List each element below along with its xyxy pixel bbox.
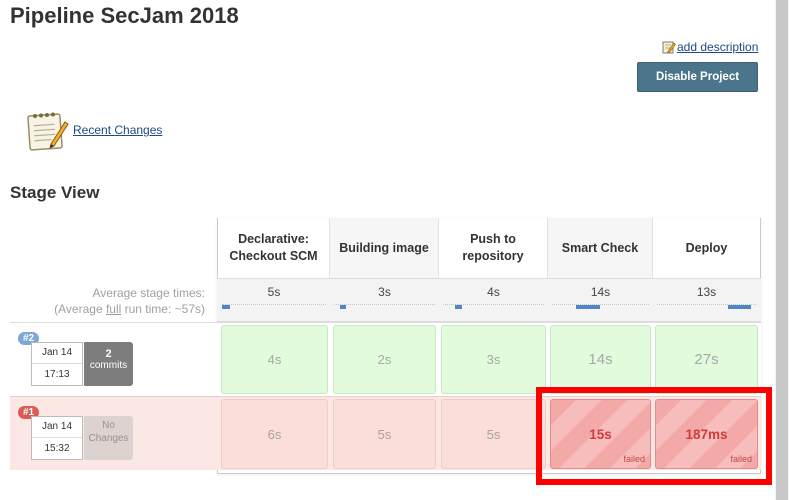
stage-cell-run2-checkout[interactable]: 4s — [221, 325, 328, 394]
stage-cell-run1-smart-check[interactable]: 15s failed — [550, 399, 651, 469]
avg-prefix: (Average — [54, 302, 106, 317]
stage-header-smart-check: Smart Check — [548, 218, 653, 278]
avg-bar-fill — [576, 305, 600, 309]
avg-cell-checkout: 5s — [218, 280, 330, 320]
avg-bar-fill — [222, 305, 230, 309]
edit-icon — [662, 41, 676, 54]
stage-cell-run2-deploy[interactable]: 27s — [655, 325, 758, 394]
commits-box[interactable]: 2 commits — [84, 342, 133, 386]
average-times-label: Average stage times: (Average full run t… — [30, 285, 205, 317]
stage-cell-duration: 187ms — [685, 426, 728, 442]
add-description-link-wrap[interactable]: add description — [662, 40, 758, 54]
avg-time: 3s — [378, 285, 391, 299]
avg-cell-push: 4s — [439, 280, 548, 320]
average-full-run-time-text: (Average full run time: ~57s) — [30, 301, 205, 317]
recent-changes-link[interactable]: Recent Changes — [73, 123, 162, 137]
avg-bar-fill — [340, 305, 346, 309]
avg-time: 5s — [267, 285, 281, 299]
avg-bar — [657, 304, 756, 309]
avg-full-link[interactable]: full — [106, 302, 121, 316]
stage-cell-run2-building-image[interactable]: 2s — [333, 325, 436, 394]
stage-cell-run1-checkout[interactable]: 6s — [221, 399, 328, 469]
avg-cell-building-image: 3s — [330, 280, 439, 320]
stage-cell-run1-deploy[interactable]: 187ms failed — [655, 399, 758, 469]
stage-header-push: Push to repository — [439, 218, 548, 278]
failed-tag: failed — [623, 454, 645, 464]
stage-view-title: Stage View — [10, 183, 100, 202]
stage-cell-run1-building-image[interactable]: 5s — [333, 399, 436, 469]
avg-time: 4s — [487, 285, 500, 299]
notepad-icon — [27, 112, 69, 151]
stage-cell-run2-push[interactable]: 3s — [441, 325, 546, 394]
page-title: Pipeline SecJam 2018 — [10, 3, 239, 28]
run-date-box-1[interactable]: Jan 14 15:32 — [31, 416, 83, 460]
stage-header-deploy: Deploy — [653, 218, 760, 278]
run-date: Jan 14 — [32, 343, 82, 364]
stage-cell-run2-smart-check[interactable]: 14s — [550, 325, 651, 394]
failed-tag: failed — [730, 454, 752, 464]
avg-cell-deploy: 13s — [653, 280, 760, 320]
avg-cell-smart-check: 14s — [548, 280, 653, 320]
avg-bar — [222, 304, 326, 309]
commits-label: commits — [89, 360, 128, 371]
stage-cell-duration: 15s — [589, 426, 612, 442]
scrollbar-thumb[interactable] — [776, 0, 788, 500]
avg-bar — [443, 304, 544, 309]
average-stage-times-text: Average stage times: — [92, 286, 205, 300]
avg-time: 14s — [590, 285, 611, 299]
run-date: Jan 14 — [32, 417, 82, 438]
avg-suffix: run time: ~57s) — [121, 302, 205, 317]
disable-project-button[interactable]: Disable Project — [637, 62, 758, 92]
avg-bar-fill — [455, 305, 462, 309]
avg-bar-fill — [728, 305, 751, 309]
run-time: 15:32 — [44, 443, 70, 454]
avg-bar — [552, 304, 649, 309]
add-description-link[interactable]: add description — [677, 40, 758, 54]
no-changes-box: No Changes — [84, 416, 133, 460]
avg-time: 13s — [696, 285, 717, 299]
stage-header-building-image: Building image — [330, 218, 439, 278]
avg-bar — [334, 304, 435, 309]
run-time: 17:13 — [44, 369, 70, 380]
stage-cell-run1-push[interactable]: 5s — [441, 399, 546, 469]
commits-count: 2 — [105, 348, 112, 360]
run-date-box-2[interactable]: Jan 14 17:13 — [31, 342, 83, 386]
stage-header-checkout: Declarative: Checkout SCM — [218, 218, 330, 278]
